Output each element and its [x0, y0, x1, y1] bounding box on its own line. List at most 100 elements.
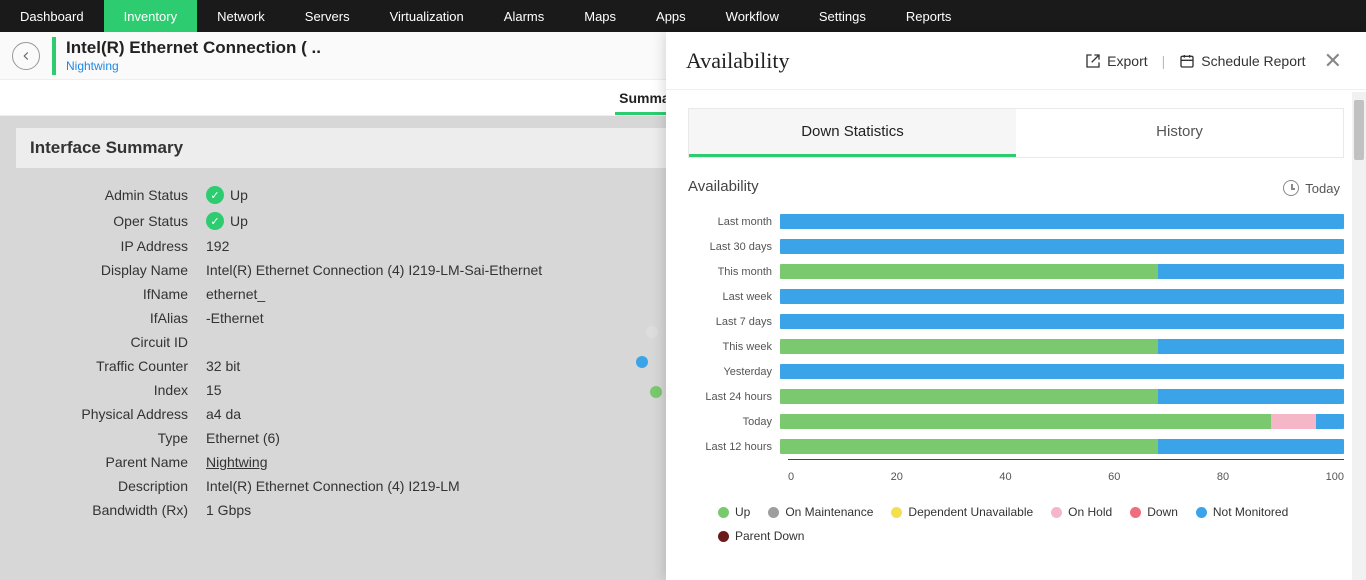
chart-bar-row: This month	[688, 259, 1344, 284]
back-button[interactable]	[12, 42, 40, 70]
bar-track[interactable]	[780, 439, 1344, 454]
page-subtitle[interactable]: Nightwing	[66, 59, 321, 73]
nav-servers[interactable]: Servers	[285, 0, 370, 32]
legend-label: On Hold	[1068, 505, 1112, 519]
top-nav: DashboardInventoryNetworkServersVirtuali…	[0, 0, 1366, 32]
row-value[interactable]: Nightwing	[206, 454, 267, 470]
bar-track[interactable]	[780, 289, 1344, 304]
x-tick: 100	[1326, 471, 1344, 483]
card-title: Interface Summary	[30, 138, 183, 158]
bar-label: Last 7 days	[688, 316, 780, 328]
row-label: IfAlias	[26, 310, 206, 326]
separator: |	[1162, 53, 1166, 69]
nav-alarms[interactable]: Alarms	[484, 0, 564, 32]
panel-scrollbar[interactable]	[1352, 92, 1366, 580]
nav-workflow[interactable]: Workflow	[706, 0, 799, 32]
x-axis-wrap: 0 20 40 60 80 100	[688, 459, 1344, 483]
nav-settings[interactable]: Settings	[799, 0, 886, 32]
bar-label: Yesterday	[688, 366, 780, 378]
bar-track[interactable]	[780, 364, 1344, 379]
bar-track[interactable]	[780, 389, 1344, 404]
panel-body: Down Statistics History Today Availabili…	[666, 90, 1366, 580]
schedule-label: Schedule Report	[1201, 53, 1305, 69]
page-title: Intel(R) Ethernet Connection ( ..	[66, 38, 321, 58]
nav-maps[interactable]: Maps	[564, 0, 636, 32]
bar-label: Today	[688, 416, 780, 428]
nav-apps[interactable]: Apps	[636, 0, 706, 32]
panel-header: Availability Export | Schedule Report ✕	[666, 32, 1366, 90]
legend-label: Up	[735, 505, 750, 519]
x-tick: 60	[1108, 471, 1120, 483]
chart-bar-row: This week	[688, 334, 1344, 359]
chart-bar-row: Last 12 hours	[688, 434, 1344, 459]
row-label: IfName	[26, 286, 206, 302]
calendar-icon	[1179, 53, 1195, 69]
status-accent	[52, 37, 56, 75]
bar-track[interactable]	[780, 214, 1344, 229]
x-tick: 40	[999, 471, 1011, 483]
chart-bar-row: Last week	[688, 284, 1344, 309]
schedule-report-button[interactable]: Schedule Report	[1179, 53, 1305, 69]
bar-label: This month	[688, 266, 780, 278]
legend-swatch	[1196, 507, 1207, 518]
tab-down-statistics[interactable]: Down Statistics	[689, 109, 1016, 157]
legend-swatch	[768, 507, 779, 518]
row-label: Index	[26, 382, 206, 398]
row-label: Parent Name	[26, 454, 206, 470]
chart-title: Availability	[688, 178, 1344, 195]
x-tick: 0	[788, 471, 794, 483]
x-tick: 80	[1217, 471, 1229, 483]
panel-actions: Export | Schedule Report ✕	[1085, 48, 1346, 74]
legend-label: Not Monitored	[1213, 505, 1288, 519]
bar-track[interactable]	[780, 314, 1344, 329]
row-value: Ethernet (6)	[206, 430, 280, 446]
legend-swatch	[1051, 507, 1062, 518]
row-label: Description	[26, 478, 206, 494]
legend-item[interactable]: Down	[1130, 505, 1178, 519]
legend-label: On Maintenance	[785, 505, 873, 519]
tab-history[interactable]: History	[1016, 109, 1343, 157]
x-axis: 0 20 40 60 80 100	[788, 471, 1344, 483]
scrollbar-thumb[interactable]	[1354, 100, 1364, 160]
legend-swatch	[891, 507, 902, 518]
bar-label: Last 30 days	[688, 241, 780, 253]
status-up-icon: ✓	[206, 212, 224, 230]
x-tick: 20	[891, 471, 903, 483]
row-value: Intel(R) Ethernet Connection (4) I219-LM…	[206, 262, 542, 278]
nav-network[interactable]: Network	[197, 0, 285, 32]
close-icon[interactable]: ✕	[1320, 48, 1346, 74]
bar-track[interactable]	[780, 239, 1344, 254]
status-up-icon: ✓	[206, 186, 224, 204]
bar-track[interactable]	[780, 414, 1344, 429]
availability-panel: Availability Export | Schedule Report ✕ …	[666, 32, 1366, 580]
legend-item[interactable]: Not Monitored	[1196, 505, 1288, 519]
export-button[interactable]: Export	[1085, 53, 1147, 69]
row-value: 32 bit	[206, 358, 240, 374]
row-value: 1 Gbps	[206, 502, 251, 518]
legend-item[interactable]: Up	[718, 505, 750, 519]
legend-item[interactable]: On Hold	[1051, 505, 1112, 519]
bar-track[interactable]	[780, 339, 1344, 354]
row-value: Intel(R) Ethernet Connection (4) I219-LM	[206, 478, 460, 494]
row-label: Physical Address	[26, 406, 206, 422]
row-label: Traffic Counter	[26, 358, 206, 374]
time-range-label: Today	[1305, 181, 1340, 196]
chart-bar-row: Last 7 days	[688, 309, 1344, 334]
legend-item[interactable]: On Maintenance	[768, 505, 873, 519]
chart-bar-row: Yesterday	[688, 359, 1344, 384]
legend-label: Dependent Unavailable	[908, 505, 1033, 519]
legend-item[interactable]: Parent Down	[718, 529, 804, 543]
bar-track[interactable]	[780, 264, 1344, 279]
nav-dashboard[interactable]: Dashboard	[0, 0, 104, 32]
legend-label: Parent Down	[735, 529, 804, 543]
row-value: ✓Up	[206, 186, 248, 204]
nav-reports[interactable]: Reports	[886, 0, 972, 32]
panel-title: Availability	[686, 48, 789, 74]
legend-item[interactable]: Dependent Unavailable	[891, 505, 1033, 519]
row-label: Admin Status	[26, 187, 206, 203]
nav-inventory[interactable]: Inventory	[104, 0, 197, 32]
row-value: -Ethernet	[206, 310, 264, 326]
time-range-selector[interactable]: Today	[1283, 180, 1340, 196]
nav-virtualization[interactable]: Virtualization	[370, 0, 484, 32]
export-label: Export	[1107, 53, 1147, 69]
